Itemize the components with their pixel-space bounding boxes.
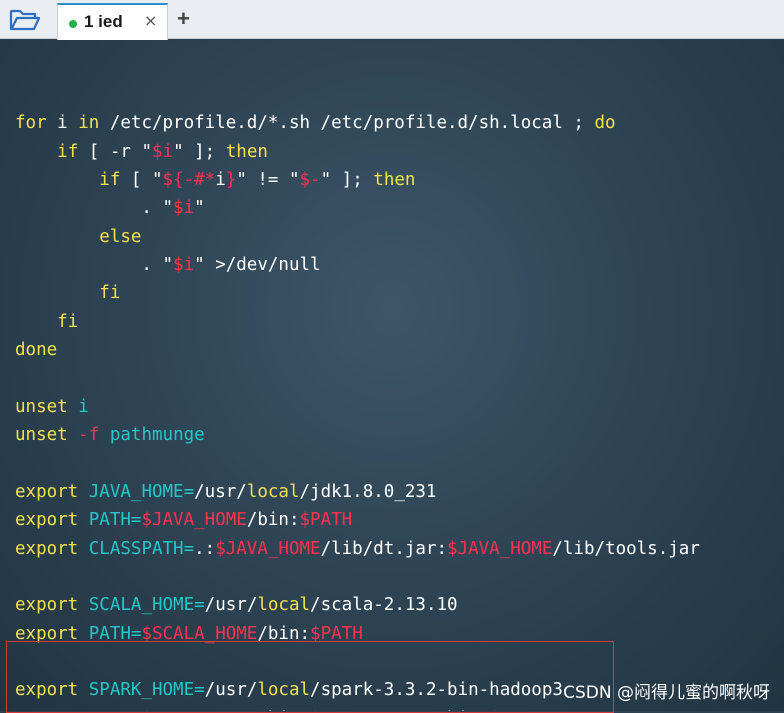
code-token: PATH=: [88, 510, 142, 531]
code-token: . ": [15, 255, 174, 276]
code-token: " ];: [173, 141, 226, 162]
code-token: $-: [299, 170, 321, 191]
terminal-line: export JAVA_HOME=/usr/local/jdk1.8.0_231: [15, 478, 700, 506]
code-token: in: [78, 113, 100, 134]
connection-status-icon: [69, 20, 77, 28]
tab-bar: 1 ied × +: [0, 0, 784, 40]
code-token: JAVA_HOME=: [88, 481, 195, 502]
code-token: .:: [194, 538, 216, 559]
terminal-line: else: [15, 223, 700, 251]
code-token: i: [215, 170, 226, 191]
code-token: CLASSPATH=: [88, 538, 195, 559]
terminal-line: fi: [15, 279, 700, 307]
code-token: SCALA_HOME=: [88, 595, 205, 616]
code-token: then: [225, 141, 268, 162]
code-token: i: [78, 396, 89, 417]
terminal-line: done: [15, 336, 700, 364]
code-token: local: [257, 595, 311, 616]
code-token: /bin:: [246, 510, 300, 531]
code-token: /scala-2.13.10: [310, 595, 458, 616]
terminal-line: fi: [15, 308, 700, 336]
tab-label: 1 ied: [84, 12, 123, 31]
code-token: }: [225, 170, 237, 191]
code-token: /jdk1.8.0_231: [299, 481, 437, 502]
code-token: unset: [15, 425, 68, 446]
code-token: $PATH: [299, 510, 353, 531]
code-token: for: [15, 113, 47, 134]
terminal-output: for i in /etc/profile.d/*.sh /etc/profil…: [15, 81, 700, 711]
code-token: /usr/: [204, 595, 258, 616]
code-token: fi: [99, 283, 121, 304]
terminal-line: for i in /etc/profile.d/*.sh /etc/profil…: [15, 109, 700, 137]
code-token: pathmunge: [109, 425, 205, 446]
code-token: local: [246, 481, 300, 502]
code-token: ${-#*: [162, 170, 216, 191]
code-token: do: [594, 113, 616, 134]
new-tab-button[interactable]: +: [177, 6, 190, 32]
code-token: /lib/dt.jar:: [320, 538, 447, 559]
terminal-line: . "$i" >/dev/null: [15, 251, 700, 279]
code-token: [ -r ": [78, 141, 152, 162]
code-token: else: [99, 226, 142, 247]
code-token: fi: [57, 311, 79, 332]
code-token: $i: [173, 198, 195, 219]
code-token: $i: [152, 141, 174, 162]
code-token: then: [373, 170, 416, 191]
terminal-line: if [ -r "$i" ]; then: [15, 138, 700, 166]
terminal-line: unset -f pathmunge: [15, 421, 700, 449]
code-token: $JAVA_HOME: [141, 510, 247, 531]
code-token: /lib/tools.jar: [552, 538, 700, 559]
highlight-box: [6, 641, 614, 713]
code-token: ": [194, 198, 205, 219]
code-token: export: [15, 538, 79, 559]
folder-open-icon[interactable]: [8, 7, 42, 33]
terminal-line: . "$i": [15, 194, 700, 222]
code-token: done: [15, 340, 58, 361]
code-token: i: [46, 113, 79, 134]
code-token: [ ": [120, 170, 163, 191]
terminal-line: export CLASSPATH=.:$JAVA_HOME/lib/dt.jar…: [15, 535, 700, 563]
terminal-line: export PATH=$JAVA_HOME/bin:$PATH: [15, 506, 700, 534]
terminal-line: export SCALA_HOME=/usr/local/scala-2.13.…: [15, 591, 700, 619]
code-token: -f: [78, 425, 100, 446]
code-token: $JAVA_HOME: [447, 538, 553, 559]
watermark: CSDN @闷得儿蜜的啊秋呀: [563, 683, 770, 703]
code-token: . ": [15, 198, 174, 219]
terminal-line: if [ "${-#*i}" != "$-" ]; then: [15, 166, 700, 194]
code-token: if: [57, 141, 79, 162]
code-token: unset: [15, 396, 68, 417]
code-token: " != ": [236, 170, 300, 191]
code-token: if: [99, 170, 121, 191]
code-token: $i: [173, 255, 195, 276]
tab-session[interactable]: 1 ied ×: [57, 3, 168, 40]
terminal-view[interactable]: for i in /etc/profile.d/*.sh /etc/profil…: [0, 40, 784, 711]
code-token: /usr/: [194, 481, 247, 502]
code-token: /etc/profile.d/*.sh /etc/profile.d/sh.lo…: [99, 113, 595, 134]
code-token: " >/dev/null: [194, 255, 321, 276]
code-token: $JAVA_HOME: [215, 538, 321, 559]
code-token: " ];: [320, 170, 374, 191]
code-token: export: [15, 510, 79, 531]
close-tab-icon[interactable]: ×: [144, 11, 157, 30]
terminal-line: unset i: [15, 393, 700, 421]
code-token: export: [15, 595, 79, 616]
code-token: export: [15, 481, 79, 502]
